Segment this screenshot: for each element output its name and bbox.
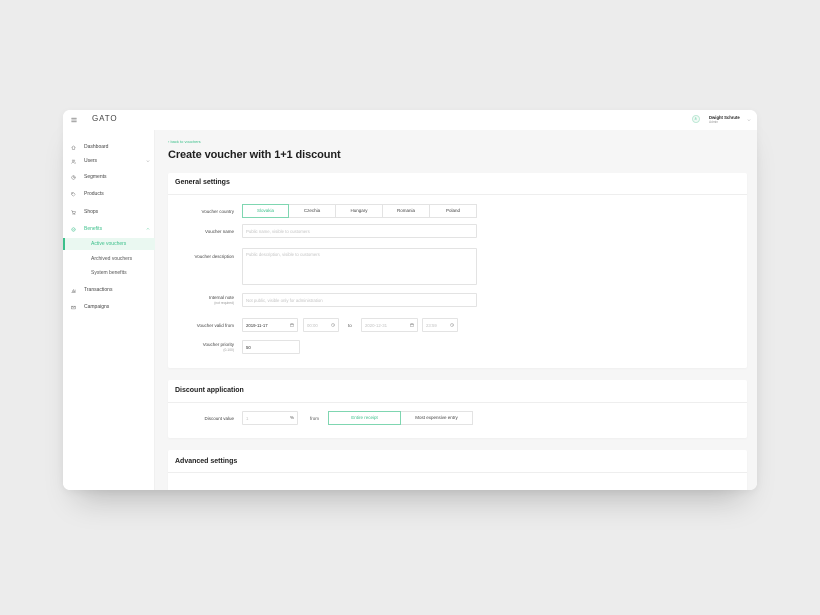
- section-title: Advanced settings: [175, 458, 238, 465]
- valid-to-date-input[interactable]: [362, 319, 417, 331]
- sidebar-subitem-archived-vouchers[interactable]: Archived vouchers: [63, 253, 155, 265]
- shops-icon: [71, 210, 76, 215]
- country-option-hungary[interactable]: Hungary: [335, 204, 383, 218]
- divider: [168, 402, 747, 403]
- sidebar-item-label: Segments: [84, 174, 107, 180]
- sidebar-subitem-label: System benefits: [91, 270, 127, 276]
- page-title: Create voucher with 1+1 discount: [168, 149, 341, 161]
- benefits-icon: [71, 227, 76, 232]
- discount-value-label: Discount value: [204, 415, 234, 421]
- chevron-down-icon[interactable]: [747, 118, 751, 122]
- country-option-poland[interactable]: Poland: [429, 204, 477, 218]
- sidebar-item-dashboard[interactable]: Dashboard: [63, 141, 155, 153]
- users-icon: [71, 159, 76, 164]
- sidebar-item-segments[interactable]: Segments: [63, 171, 155, 183]
- products-icon: [71, 191, 76, 197]
- voucher-description-label: Voucher description: [194, 253, 234, 259]
- country-option-czechia[interactable]: Czechia: [288, 204, 336, 218]
- advanced-settings-card: Advanced settings: [168, 450, 747, 490]
- sidebar-item-label: Users: [84, 158, 98, 164]
- sidebar-item-transactions[interactable]: Transactions: [63, 284, 155, 296]
- chevron-up-icon[interactable]: [146, 227, 150, 231]
- voucher-valid-label: Voucher valid from: [196, 322, 234, 328]
- valid-from-date-field[interactable]: [242, 318, 298, 332]
- internal-note-label: Internal note: [208, 294, 234, 300]
- section-title: Discount application: [175, 387, 244, 394]
- sidebar-item-label: Transactions: [84, 287, 113, 293]
- valid-from-date-input[interactable]: [243, 319, 297, 331]
- voucher-priority-input[interactable]: [242, 340, 300, 354]
- voucher-priority-sublabel: (0-100): [223, 348, 234, 352]
- sidebar-subitem-active-vouchers[interactable]: Active vouchers: [63, 238, 155, 250]
- campaigns-icon: [71, 305, 76, 310]
- sidebar-item-label: Dashboard: [84, 144, 109, 150]
- sidebar-item-label: Products: [84, 191, 104, 197]
- voucher-description-textarea[interactable]: [242, 248, 477, 285]
- general-settings-card: General settings Voucher country Slovaki…: [168, 173, 747, 368]
- discount-application-card: Discount application Discount value % fr…: [168, 380, 747, 438]
- user-name[interactable]: Dwight Schrute: [709, 115, 740, 120]
- sidebar-item-label: Benefits: [84, 226, 103, 232]
- valid-to-date-field[interactable]: [361, 318, 418, 332]
- app-window: GATO Dwight Schrute Admin Dashboard User…: [63, 110, 757, 490]
- sidebar-item-users[interactable]: Users: [63, 155, 155, 167]
- sidebar-item-label: Shops: [84, 209, 99, 215]
- percent-suffix: %: [289, 415, 294, 420]
- hamburger-menu-icon[interactable]: [71, 117, 77, 123]
- sidebar-item-campaigns[interactable]: Campaigns: [63, 301, 155, 313]
- divider: [168, 472, 747, 473]
- valid-to-label: to: [348, 322, 352, 328]
- sidebar-item-products[interactable]: Products: [63, 188, 155, 200]
- sidebar-item-benefits[interactable]: Benefits: [63, 223, 155, 235]
- valid-to-time-field[interactable]: [422, 318, 458, 332]
- sidebar-subitem-label: Active vouchers: [91, 241, 127, 247]
- section-title: General settings: [175, 179, 230, 186]
- discount-target-most-expensive-entry[interactable]: Most expensive entry: [400, 411, 473, 425]
- voucher-name-input[interactable]: [242, 224, 477, 238]
- sidebar-subitem-label: Archived vouchers: [91, 256, 133, 262]
- voucher-priority-label: Voucher priority: [202, 341, 234, 347]
- calendar-icon[interactable]: [410, 323, 414, 327]
- chevron-down-icon[interactable]: [146, 159, 150, 163]
- voucher-name-label: Voucher name: [204, 228, 234, 234]
- avatar[interactable]: [692, 115, 700, 123]
- sidebar-item-shops[interactable]: Shops: [63, 206, 155, 218]
- back-link[interactable]: ‹ back to vouchers: [168, 140, 201, 144]
- top-bar: GATO Dwight Schrute Admin: [63, 110, 757, 130]
- country-option-slovakia[interactable]: Slovakia: [242, 204, 289, 218]
- clock-icon[interactable]: [331, 323, 335, 327]
- calendar-icon[interactable]: [290, 323, 294, 327]
- internal-note-input[interactable]: [242, 293, 477, 307]
- discount-target-entire-receipt[interactable]: Entire receipt: [328, 411, 401, 425]
- app-logo[interactable]: GATO: [92, 115, 118, 123]
- segments-icon: [71, 174, 76, 180]
- discount-value-input[interactable]: [243, 412, 297, 424]
- country-option-romania[interactable]: Romania: [382, 204, 430, 218]
- home-icon: [71, 145, 76, 150]
- discount-from-label: from: [310, 415, 319, 421]
- valid-from-time-field[interactable]: [303, 318, 339, 332]
- clock-icon[interactable]: [450, 323, 454, 327]
- discount-value-field[interactable]: %: [242, 411, 298, 425]
- sidebar-subitem-system-benefits[interactable]: System benefits: [63, 267, 155, 279]
- sidebar-item-label: Campaigns: [84, 304, 110, 310]
- transactions-icon: [71, 288, 76, 293]
- user-role: Admin: [709, 119, 719, 124]
- divider: [168, 194, 747, 195]
- voucher-country-label: Voucher country: [201, 208, 234, 214]
- sidebar: Dashboard Users Segments Products Shops …: [63, 130, 155, 490]
- internal-note-sublabel: (not required): [214, 300, 234, 305]
